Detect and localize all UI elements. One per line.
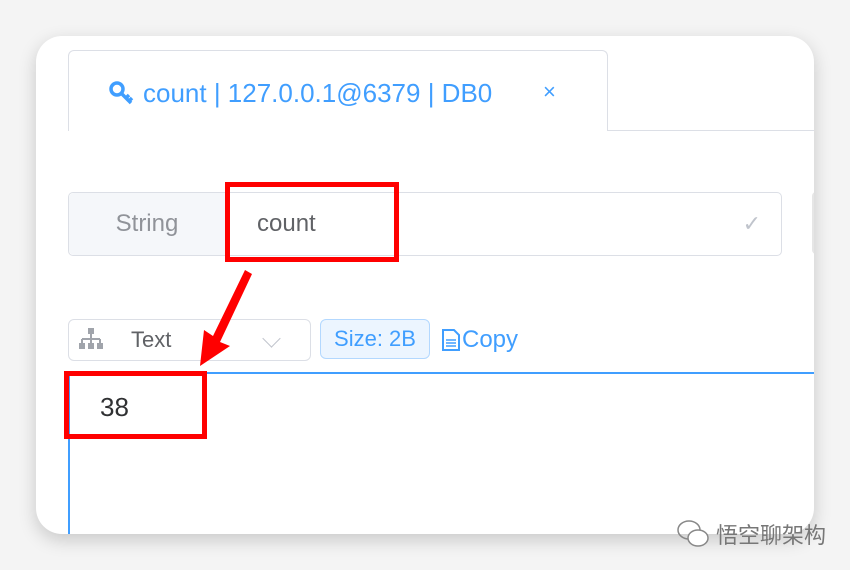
key-icon — [109, 80, 134, 104]
tab-key-count[interactable]: count | 127.0.0.1@6379 | DB0 × — [68, 50, 608, 131]
document-icon — [442, 329, 460, 351]
sitemap-icon — [79, 328, 103, 349]
highlight-box-key-name — [225, 182, 399, 262]
key-type-label: String — [69, 193, 226, 255]
key-detail-card: count | 127.0.0.1@6379 | DB0 × String co… — [36, 36, 814, 534]
close-icon[interactable]: × — [543, 79, 556, 105]
watermark-text: 悟空聊架构 — [716, 523, 827, 548]
size-badge: Size: 2B — [320, 319, 430, 359]
copy-button[interactable]: Copy — [442, 326, 518, 354]
highlight-box-value — [64, 371, 207, 439]
side-button[interactable] — [812, 192, 814, 254]
copy-label: Copy — [462, 326, 519, 353]
check-icon[interactable]: ✓ — [743, 211, 761, 237]
tab-title: count | 127.0.0.1@6379 | DB0 — [143, 78, 493, 108]
chevron-down-icon — [262, 329, 281, 348]
watermark: 悟空聊架构 — [676, 518, 826, 550]
format-select-value: Text — [131, 327, 172, 352]
wechat-icon — [677, 520, 709, 547]
annotation-arrow — [200, 270, 252, 366]
key-name-input-group: String count ✓ — [68, 192, 782, 256]
